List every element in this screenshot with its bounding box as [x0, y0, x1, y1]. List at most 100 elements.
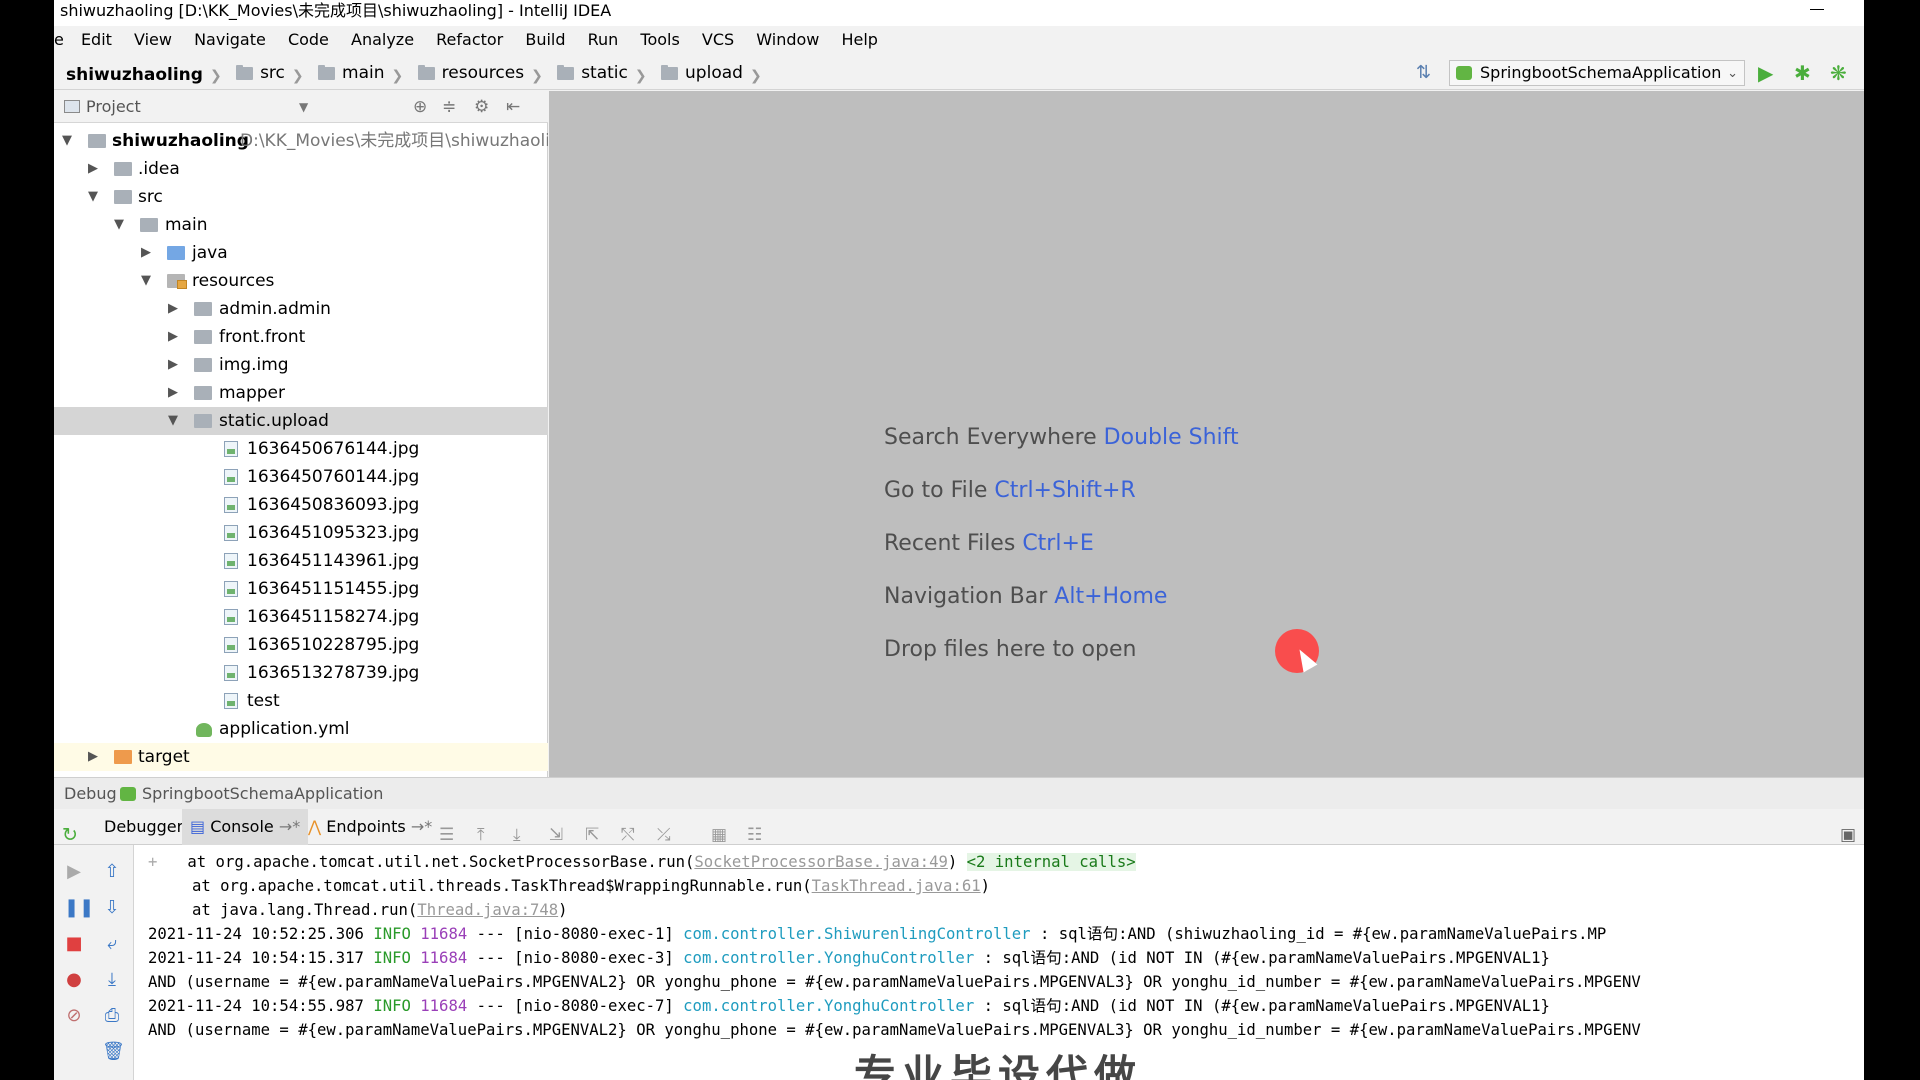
menu-navigate[interactable]: Navigate — [194, 26, 266, 54]
arrow-down-icon[interactable]: ⇩ — [102, 899, 122, 917]
expand-down-icon[interactable]: ▼ — [60, 127, 74, 155]
menu-view[interactable]: View — [134, 26, 172, 54]
navigation-bar: shiwuzhaoling ❯ src ❯ main ❯ resources ❯ sta… — [54, 56, 1864, 90]
hide-panel-icon[interactable]: ⇤ — [506, 91, 520, 123]
breadcrumb-resources[interactable]: resources — [417, 56, 524, 90]
tree-node-admin[interactable]: ▶ admin.admin — [54, 295, 548, 323]
tab-endpoints[interactable]: ⋀ Endpoints →* — [300, 809, 440, 845]
tree-node-img[interactable]: ▶ img.img — [54, 351, 548, 379]
scroll-to-end-icon[interactable]: ⤓ — [102, 971, 122, 989]
log-class: com.controller.YonghuController — [683, 997, 975, 1015]
tree-node-file[interactable]: 1636513278739.jpg — [54, 659, 548, 687]
expand-down-icon[interactable]: ▼ — [166, 407, 180, 435]
tab-debugger[interactable]: Debugger — [96, 809, 191, 845]
run-icon[interactable]: ▶ — [1758, 56, 1773, 90]
tree-node-file[interactable]: 1636450760144.jpg — [54, 463, 548, 491]
tree-node-front[interactable]: ▶ front.front — [54, 323, 548, 351]
debug-config-label[interactable]: SpringbootSchemaApplication — [142, 778, 383, 810]
tree-node-file[interactable]: 1636451158274.jpg — [54, 603, 548, 631]
console-text: ) — [980, 877, 991, 895]
breadcrumb-main[interactable]: main — [318, 56, 385, 90]
menu-refactor[interactable]: Refactor — [436, 26, 503, 54]
stop-icon[interactable]: ■ — [64, 935, 84, 953]
tree-node-file[interactable]: 1636450836093.jpg — [54, 491, 548, 519]
breadcrumb-src[interactable]: src — [236, 56, 285, 90]
mute-breakpoints-icon[interactable]: ⊘ — [64, 1007, 84, 1025]
image-file-icon — [224, 525, 238, 541]
breadcrumb-static[interactable]: static — [557, 56, 628, 90]
tree-node-file[interactable]: test — [54, 687, 548, 715]
image-file-icon — [224, 469, 238, 485]
log-time: 2021-11-24 10:54:55.987 — [148, 997, 364, 1015]
breadcrumb-project[interactable]: shiwuzhaoling — [66, 58, 203, 92]
tree-node-main[interactable]: ▼ main — [54, 211, 548, 239]
tree-node-root[interactable]: ▼ shiwuzhaoling D:\KK_Movies\未完成项目\shiwu… — [54, 127, 548, 155]
run-configuration-select[interactable]: SpringbootSchemaApplication ⌄ — [1449, 60, 1745, 86]
breadcrumb-upload[interactable]: upload — [661, 56, 743, 90]
editor-area[interactable]: Search Everywhere Double Shift Go to Fil… — [549, 91, 1864, 777]
menu-code[interactable]: Code — [288, 26, 329, 54]
debug-side-toolbar: ▶ ❚❚ ■ ● ⊘ ⇧ ⇩ ⤶ ⤓ ⎙ 🗑 — [54, 845, 134, 1080]
clear-all-icon[interactable]: 🗑 — [102, 1043, 125, 1061]
expand-down-icon[interactable]: ▼ — [86, 183, 100, 211]
tree-node-java[interactable]: ▶ java — [54, 239, 548, 267]
view-breakpoints-icon[interactable]: ● — [64, 971, 84, 989]
menu-tools[interactable]: Tools — [640, 26, 679, 54]
expand-right-icon[interactable]: ▶ — [86, 743, 100, 771]
stack-trace-link[interactable]: SocketProcessorBase.java:49 — [694, 853, 947, 871]
expand-right-icon[interactable]: ▶ — [166, 323, 180, 351]
log-level: INFO — [373, 997, 411, 1015]
tree-node-mapper[interactable]: ▶ mapper — [54, 379, 548, 407]
tree-node-file[interactable]: application.yml — [54, 715, 548, 743]
tree-node-resources[interactable]: ▼ resources — [54, 267, 548, 295]
expand-plus-icon[interactable]: + — [148, 853, 157, 871]
expand-right-icon[interactable]: ▶ — [139, 239, 153, 267]
tree-node-file[interactable]: 1636451143961.jpg — [54, 547, 548, 575]
stack-trace-link[interactable]: Thread.java:748 — [417, 901, 558, 919]
coverage-icon[interactable]: ❋ — [1830, 56, 1847, 90]
tree-node-target[interactable]: ▶ target — [54, 743, 548, 771]
tree-node-label: main — [165, 215, 208, 235]
menu-analyze[interactable]: Analyze — [351, 26, 414, 54]
menu-vcs[interactable]: VCS — [702, 26, 734, 54]
tree-node-static-upload[interactable]: ▼ static.upload — [54, 407, 548, 435]
sort-icon[interactable]: ⇅ — [1416, 56, 1431, 90]
debug-icon[interactable]: ✱ — [1794, 56, 1811, 90]
locate-icon[interactable]: ⊕ — [413, 91, 427, 123]
expand-right-icon[interactable]: ▶ — [166, 295, 180, 323]
tree-node-file[interactable]: 1636510228795.jpg — [54, 631, 548, 659]
console-text: at org.apache.tomcat.util.threads.TaskTh… — [192, 877, 812, 895]
menu-window[interactable]: Window — [756, 26, 819, 54]
tab-console[interactable]: ▤ Console →* — [182, 809, 309, 845]
print-icon[interactable]: ⎙ — [102, 1007, 122, 1025]
soft-wrap-icon[interactable]: ⤶ — [102, 935, 122, 953]
collapse-all-icon[interactable]: ≑ — [442, 91, 456, 123]
chevron-down-icon[interactable]: ▼ — [299, 91, 308, 123]
gear-icon[interactable]: ⚙ — [474, 91, 489, 123]
tree-node-idea[interactable]: ▶ .idea — [54, 155, 548, 183]
internal-calls-tag[interactable]: <2 internal calls> — [966, 853, 1136, 871]
menu-help[interactable]: Help — [841, 26, 877, 54]
expand-right-icon[interactable]: ▶ — [166, 351, 180, 379]
expand-down-icon[interactable]: ▼ — [139, 267, 153, 295]
hint-shortcut: Ctrl+E — [1022, 531, 1094, 556]
project-panel-title[interactable]: Project — [86, 91, 141, 123]
resume-icon[interactable]: ▶ — [64, 863, 84, 881]
menu-file[interactable]: e — [54, 26, 64, 54]
tree-node-file[interactable]: 1636451151455.jpg — [54, 575, 548, 603]
expand-down-icon[interactable]: ▼ — [112, 211, 126, 239]
menu-build[interactable]: Build — [525, 26, 565, 54]
expand-right-icon[interactable]: ▶ — [86, 155, 100, 183]
pause-icon[interactable]: ❚❚ — [64, 899, 94, 917]
menu-run[interactable]: Run — [588, 26, 619, 54]
minimize-button[interactable] — [1804, 0, 1828, 22]
expand-right-icon[interactable]: ▶ — [166, 379, 180, 407]
tree-node-src[interactable]: ▼ src — [54, 183, 548, 211]
menu-edit[interactable]: Edit — [81, 26, 112, 54]
log-level: INFO — [373, 925, 411, 943]
tree-node-file[interactable]: 1636451095323.jpg — [54, 519, 548, 547]
spring-boot-icon — [120, 787, 136, 801]
arrow-up-icon[interactable]: ⇧ — [102, 863, 122, 881]
stack-trace-link[interactable]: TaskThread.java:61 — [812, 877, 981, 895]
tree-node-file[interactable]: 1636450676144.jpg — [54, 435, 548, 463]
